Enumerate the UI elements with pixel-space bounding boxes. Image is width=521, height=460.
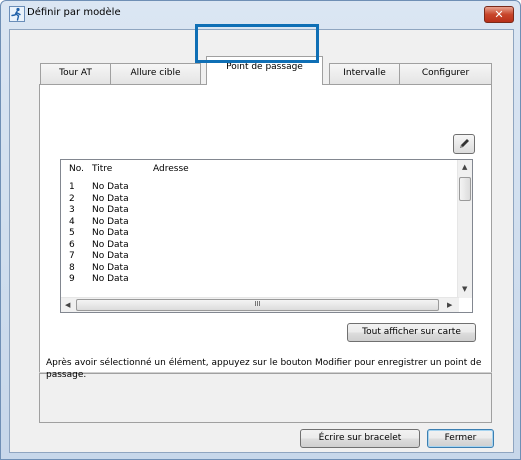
- list-item[interactable]: 4 No Data: [61, 217, 459, 228]
- row-number: 4: [69, 216, 75, 227]
- horizontal-scroll-thumb[interactable]: III: [76, 299, 439, 311]
- list-item[interactable]: 2 No Data: [61, 194, 459, 205]
- tab-strip: Tour AT Allure cible Point de passage In…: [40, 56, 492, 88]
- row-title: No Data: [92, 193, 129, 204]
- row-number: 2: [69, 193, 75, 204]
- scroll-left-arrow-icon[interactable]: ◀: [65, 301, 70, 309]
- vertical-scroll-thumb[interactable]: [459, 177, 471, 201]
- list-item[interactable]: 6 No Data: [61, 240, 459, 251]
- tab-highlight-box: [195, 24, 319, 63]
- row-title: No Data: [92, 239, 129, 250]
- horizontal-scrollbar[interactable]: ◀ III ▶: [61, 297, 459, 312]
- row-number: 9: [69, 274, 75, 284]
- list-item[interactable]: 3 No Data: [61, 205, 459, 216]
- column-header-address[interactable]: Adresse: [153, 164, 189, 174]
- list-header: No. Titre Adresse: [61, 160, 459, 178]
- row-title: No Data: [92, 182, 129, 192]
- list-item[interactable]: 8 No Data: [61, 263, 459, 274]
- close-button[interactable]: Fermer: [427, 429, 494, 448]
- tab-tour-at[interactable]: Tour AT: [40, 63, 111, 84]
- row-title: No Data: [92, 274, 129, 284]
- window-close-button[interactable]: ✕: [484, 6, 514, 23]
- row-number: 8: [69, 262, 75, 273]
- row-title: No Data: [92, 205, 129, 215]
- column-header-no[interactable]: No.: [69, 164, 84, 174]
- pencil-icon: [454, 139, 474, 156]
- scroll-right-arrow-icon[interactable]: ▶: [447, 301, 452, 309]
- row-number: 7: [69, 251, 75, 261]
- vertical-scrollbar[interactable]: ▲ ▼: [457, 160, 472, 298]
- tab-panel-point-de-passage: No. Titre Adresse 1 No Data 2 No Data 3 No Da…: [39, 84, 492, 374]
- dialog-window: Définir par modèle ✕ No. Titre Adresse 1…: [0, 0, 521, 460]
- scroll-down-arrow-icon[interactable]: ▼: [462, 285, 467, 293]
- list-item[interactable]: 7 No Data: [61, 251, 459, 262]
- column-header-title[interactable]: Titre: [92, 164, 112, 174]
- row-number: 6: [69, 239, 75, 250]
- dialog-client-area: No. Titre Adresse 1 No Data 2 No Data 3 No Da…: [9, 29, 514, 453]
- edit-button[interactable]: [453, 134, 475, 154]
- runner-icon: [9, 6, 25, 22]
- row-title: No Data: [92, 262, 129, 273]
- window-title: Définir par modèle: [27, 7, 121, 18]
- list-item[interactable]: 9 No Data: [61, 274, 459, 285]
- row-title: No Data: [92, 228, 129, 238]
- waypoint-list[interactable]: No. Titre Adresse 1 No Data 2 No Data 3 No Da…: [60, 159, 473, 313]
- list-item[interactable]: 1 No Data: [61, 182, 459, 193]
- tab-allure-cible[interactable]: Allure cible: [110, 63, 201, 84]
- tab-intervalle[interactable]: Intervalle: [329, 63, 400, 84]
- tab-configurer[interactable]: Configurer: [399, 63, 492, 84]
- row-number: 1: [69, 182, 75, 192]
- scroll-up-arrow-icon[interactable]: ▲: [462, 163, 467, 171]
- list-item[interactable]: 5 No Data: [61, 228, 459, 239]
- row-number: 5: [69, 228, 75, 238]
- row-title: No Data: [92, 216, 129, 227]
- row-title: No Data: [92, 251, 129, 261]
- row-number: 3: [69, 205, 75, 215]
- write-to-bracelet-button[interactable]: Écrire sur bracelet: [300, 429, 420, 448]
- hint-text: Après avoir sélectionné un élément, appu…: [46, 358, 482, 380]
- show-all-on-map-button[interactable]: Tout afficher sur carte: [347, 323, 476, 342]
